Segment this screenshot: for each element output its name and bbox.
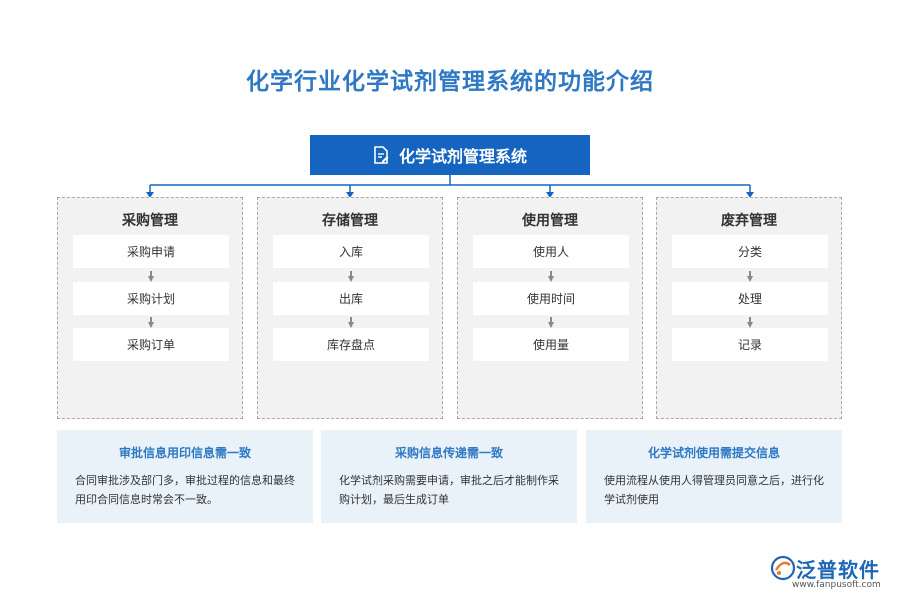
page-title: 化学行业化学试剂管理系统的功能介绍: [0, 62, 900, 96]
category-item: 记录: [672, 328, 828, 361]
category-disposal: 废弃管理 分类 处理 记录: [656, 197, 842, 419]
category-item: 使用时间: [473, 282, 629, 315]
category-item: 采购订单: [73, 328, 229, 361]
info-card: 化学试剂使用需提交信息 使用流程从使用人得管理员同意之后，进行化学试剂使用: [586, 430, 842, 523]
category-item: 分类: [672, 235, 828, 268]
category-purchase: 采购管理 采购申请 采购计划 采购订单: [57, 197, 243, 419]
category-item: 使用量: [473, 328, 629, 361]
document-edit-icon: [373, 146, 389, 164]
logo-name: 泛普软件: [796, 554, 880, 583]
info-card-title: 审批信息用印信息需一致: [75, 444, 295, 461]
info-card: 审批信息用印信息需一致 合同审批涉及部门多，审批过程的信息和最终用印合同信息时常…: [57, 430, 313, 523]
logo-url: www.fanpusoft.com: [792, 580, 881, 590]
category-item: 入库: [273, 235, 429, 268]
category-storage: 存储管理 入库 出库 库存盘点: [257, 197, 443, 419]
root-node: 化学试剂管理系统: [310, 135, 590, 175]
root-label: 化学试剂管理系统: [399, 143, 527, 167]
info-card-body: 使用流程从使用人得管理员同意之后，进行化学试剂使用: [604, 471, 824, 509]
category-title: 使用管理: [458, 210, 642, 230]
logo-icon: [770, 555, 796, 581]
category-item: 处理: [672, 282, 828, 315]
brand-logo: 泛普软件 www.fanpusoft.com: [770, 552, 890, 594]
category-title: 采购管理: [58, 210, 242, 230]
info-card-title: 化学试剂使用需提交信息: [604, 444, 824, 461]
category-item: 库存盘点: [273, 328, 429, 361]
info-card-body: 合同审批涉及部门多，审批过程的信息和最终用印合同信息时常会不一致。: [75, 471, 295, 509]
category-title: 废弃管理: [657, 210, 841, 230]
category-title: 存储管理: [258, 210, 442, 230]
category-item: 采购申请: [73, 235, 229, 268]
info-card: 采购信息传递需一致 化学试剂采购需要申请，审批之后才能制作采购计划，最后生成订单: [321, 430, 577, 523]
info-card-title: 采购信息传递需一致: [339, 444, 559, 461]
category-item: 使用人: [473, 235, 629, 268]
info-card-body: 化学试剂采购需要申请，审批之后才能制作采购计划，最后生成订单: [339, 471, 559, 509]
category-item: 出库: [273, 282, 429, 315]
category-usage: 使用管理 使用人 使用时间 使用量: [457, 197, 643, 419]
category-item: 采购计划: [73, 282, 229, 315]
